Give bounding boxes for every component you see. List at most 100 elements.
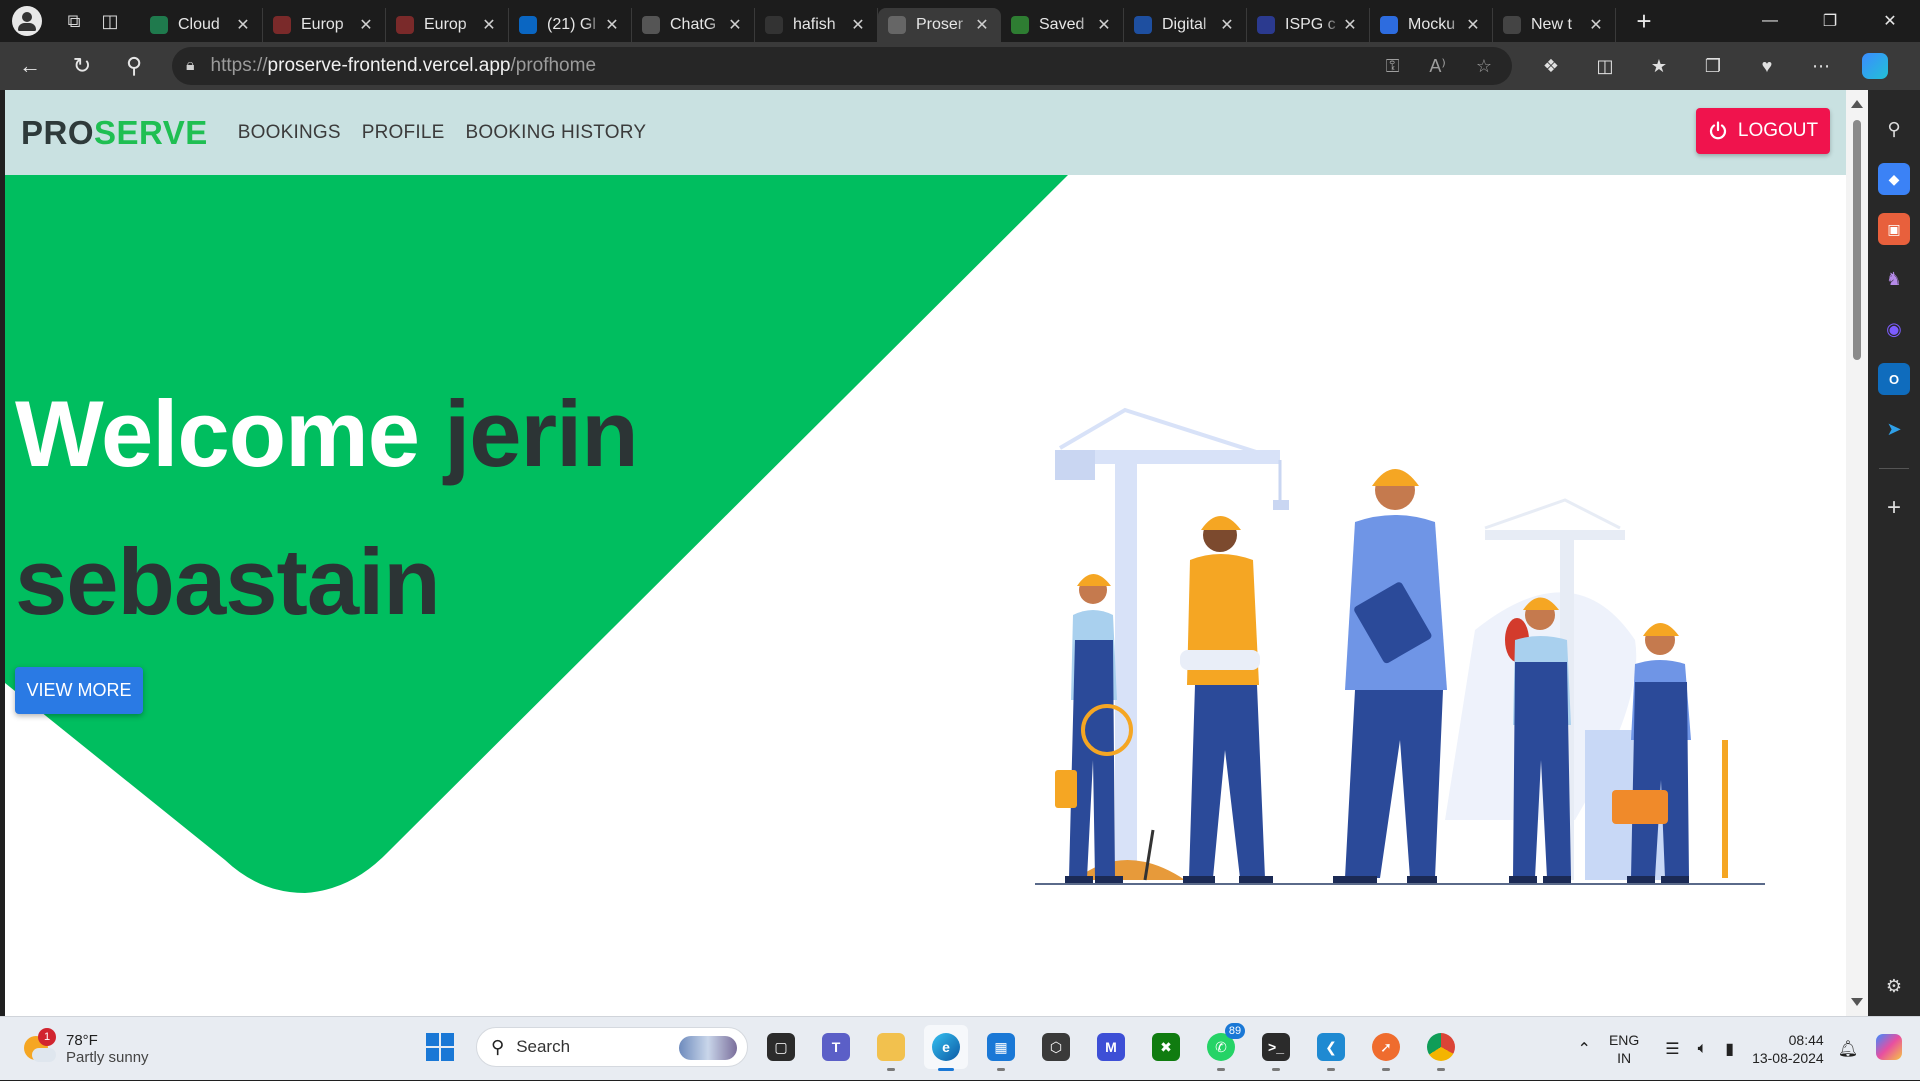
browser-tab[interactable]: ChatG ✕ (632, 8, 755, 42)
url-text[interactable]: https://proserve-frontend.vercel.app/pro… (211, 55, 597, 77)
sidebar-settings-icon[interactable]: ⚙ (1878, 970, 1910, 1002)
key-icon[interactable]: ⚿ (1386, 56, 1400, 77)
page-scrollbar[interactable] (1846, 90, 1868, 1016)
chrome-icon[interactable] (1419, 1025, 1463, 1071)
collections-icon[interactable]: ❐ (1686, 46, 1740, 86)
sidebar-divider (1879, 468, 1909, 469)
tab-close-icon[interactable]: ✕ (849, 15, 867, 35)
browser-tab[interactable]: Proser ✕ (878, 8, 1001, 42)
tab-favicon-icon (1257, 16, 1275, 34)
scroll-thumb[interactable] (1853, 120, 1861, 360)
new-tab-button[interactable]: + (1624, 4, 1664, 38)
browser-tab[interactable]: New t ✕ (1493, 8, 1616, 42)
tab-close-icon[interactable]: ✕ (1587, 15, 1605, 35)
restore-icon[interactable]: ❐ (1800, 0, 1860, 42)
worker-2 (1180, 516, 1273, 884)
tab-close-icon[interactable]: ✕ (234, 15, 252, 35)
file-explorer-icon[interactable] (869, 1025, 913, 1071)
weather-widget[interactable]: 1 78°F Partly sunny (22, 1027, 402, 1066)
edge-icon[interactable]: e (924, 1025, 968, 1071)
nav-bookings[interactable]: BOOKINGS (238, 122, 341, 144)
whatsapp-icon[interactable]: ✆ 89 (1199, 1023, 1245, 1071)
teams-icon[interactable]: T (814, 1025, 858, 1069)
lock-icon[interactable]: 🔒︎ (186, 57, 195, 75)
taskbar-search[interactable]: ⚲ Search (476, 1027, 748, 1067)
profile-avatar[interactable] (12, 6, 42, 36)
tab-close-icon[interactable]: ✕ (357, 15, 375, 35)
vertical-tabs-icon[interactable]: ◫ (92, 5, 128, 37)
favorites-icon[interactable]: ★ (1632, 46, 1686, 86)
sidebar-games-icon[interactable]: ♞ (1878, 263, 1910, 295)
favorite-star-icon[interactable]: ☆ (1476, 56, 1492, 77)
sidebar-shopping-icon[interactable]: ◆ (1878, 163, 1910, 195)
nav-profile[interactable]: PROFILE (362, 122, 445, 144)
browser-tab[interactable]: Europ ✕ (386, 8, 509, 42)
xbox-icon[interactable]: ✖ (1144, 1025, 1188, 1069)
scroll-down-arrow[interactable] (1851, 998, 1863, 1006)
sidebar-copilot-icon[interactable]: ◉ (1878, 313, 1910, 345)
browser-tab-bar: ⧉ ◫ Cloud ✕ Europ ✕ Europ ✕ (21) Gl ✕ ChatG ✕ hafi… (0, 0, 1920, 42)
postman-icon[interactable]: ➚ (1364, 1025, 1408, 1071)
read-aloud-icon[interactable]: A⁾ (1429, 56, 1445, 77)
sidebar-tools-icon[interactable]: ▣ (1878, 213, 1910, 245)
tab-close-icon[interactable]: ✕ (480, 15, 498, 35)
sidebar-add-icon[interactable]: + (1878, 492, 1910, 524)
tab-close-icon[interactable]: ✕ (1218, 15, 1236, 35)
tab-strip: Cloud ✕ Europ ✕ Europ ✕ (21) Gl ✕ ChatG ✕ hafish ✕ P… (140, 0, 1616, 42)
language-indicator[interactable]: ENG IN (1609, 1031, 1639, 1067)
tab-favicon-icon (150, 16, 168, 34)
brand-logo[interactable]: PROSERVE (21, 114, 208, 152)
video-editor-icon[interactable]: M (1089, 1025, 1133, 1069)
show-hidden-icons[interactable]: ⌃ (1578, 1039, 1591, 1059)
tab-title: (21) Gl (547, 16, 596, 33)
sidebar-outlook-icon[interactable]: O (1878, 363, 1910, 395)
tab-close-icon[interactable]: ✕ (1464, 15, 1482, 35)
sidebar-search-icon[interactable]: ⚲ (1878, 113, 1910, 145)
view-more-button[interactable]: VIEW MORE (15, 667, 143, 714)
notifications-icon[interactable]: 🔔︎ (1838, 1039, 1858, 1059)
volume-icon[interactable]: 🔈︎ (1698, 1040, 1708, 1058)
microsoft-store-icon[interactable]: ▦ (979, 1025, 1023, 1071)
browser-tab[interactable]: Mocku ✕ (1370, 8, 1493, 42)
nav-booking-history[interactable]: BOOKING HISTORY (465, 122, 646, 144)
browser-tab[interactable]: Saved ✕ (1001, 8, 1124, 42)
more-menu-icon[interactable]: ⋯ (1794, 46, 1848, 86)
tab-close-icon[interactable]: ✕ (1341, 15, 1359, 35)
address-bar[interactable]: 🔒︎ https://proserve-frontend.vercel.app/… (172, 47, 1512, 85)
workspaces-icon[interactable]: ⧉ (56, 5, 92, 37)
terminal-icon[interactable]: >_ (1254, 1025, 1298, 1071)
tab-title: Cloud (178, 16, 220, 33)
windows-logo-icon (426, 1033, 454, 1061)
tab-title: hafish (793, 16, 836, 33)
task-view-icon[interactable]: ▢ (759, 1025, 803, 1069)
tab-close-icon[interactable]: ✕ (726, 15, 744, 35)
battery-icon[interactable]: ▮ (1725, 1039, 1734, 1059)
search-icon[interactable]: ⚲ (112, 46, 156, 86)
split-screen-icon[interactable]: ◫ (1578, 46, 1632, 86)
copilot-icon[interactable] (1848, 46, 1902, 86)
browser-essentials-icon[interactable]: ♥ (1740, 46, 1794, 86)
vscode-icon[interactable]: ❮ (1309, 1025, 1353, 1071)
extensions-icon[interactable]: ❖ (1524, 46, 1578, 86)
sidebar-send-icon[interactable]: ➤ (1878, 413, 1910, 445)
tab-close-icon[interactable]: ✕ (1095, 15, 1113, 35)
tab-close-icon[interactable]: ✕ (973, 15, 991, 35)
tab-close-icon[interactable]: ✕ (603, 15, 621, 35)
browser-tab[interactable]: ISPG c ✕ (1247, 8, 1370, 42)
close-window-icon[interactable]: ✕ (1860, 0, 1920, 42)
logout-button[interactable]: LOGOUT (1696, 108, 1830, 154)
browser-tab[interactable]: Digital ✕ (1124, 8, 1247, 42)
back-icon[interactable]: ← (8, 46, 52, 86)
minimize-icon[interactable]: — (1740, 0, 1800, 42)
browser-tab[interactable]: Europ ✕ (263, 8, 386, 42)
copilot-preview-icon[interactable] (1876, 1033, 1902, 1065)
start-button[interactable] (418, 1025, 462, 1069)
wifi-icon[interactable]: ☰ (1665, 1039, 1679, 1059)
scroll-up-arrow[interactable] (1851, 100, 1863, 108)
clock[interactable]: 08:44 13-08-2024 (1752, 1031, 1824, 1067)
browser-tab[interactable]: hafish ✕ (755, 8, 878, 42)
browser-tab[interactable]: Cloud ✕ (140, 8, 263, 42)
refresh-icon[interactable]: ↻ (60, 46, 104, 86)
browser-tab[interactable]: (21) Gl ✕ (509, 8, 632, 42)
unity-icon[interactable]: ⬡ (1034, 1025, 1078, 1069)
